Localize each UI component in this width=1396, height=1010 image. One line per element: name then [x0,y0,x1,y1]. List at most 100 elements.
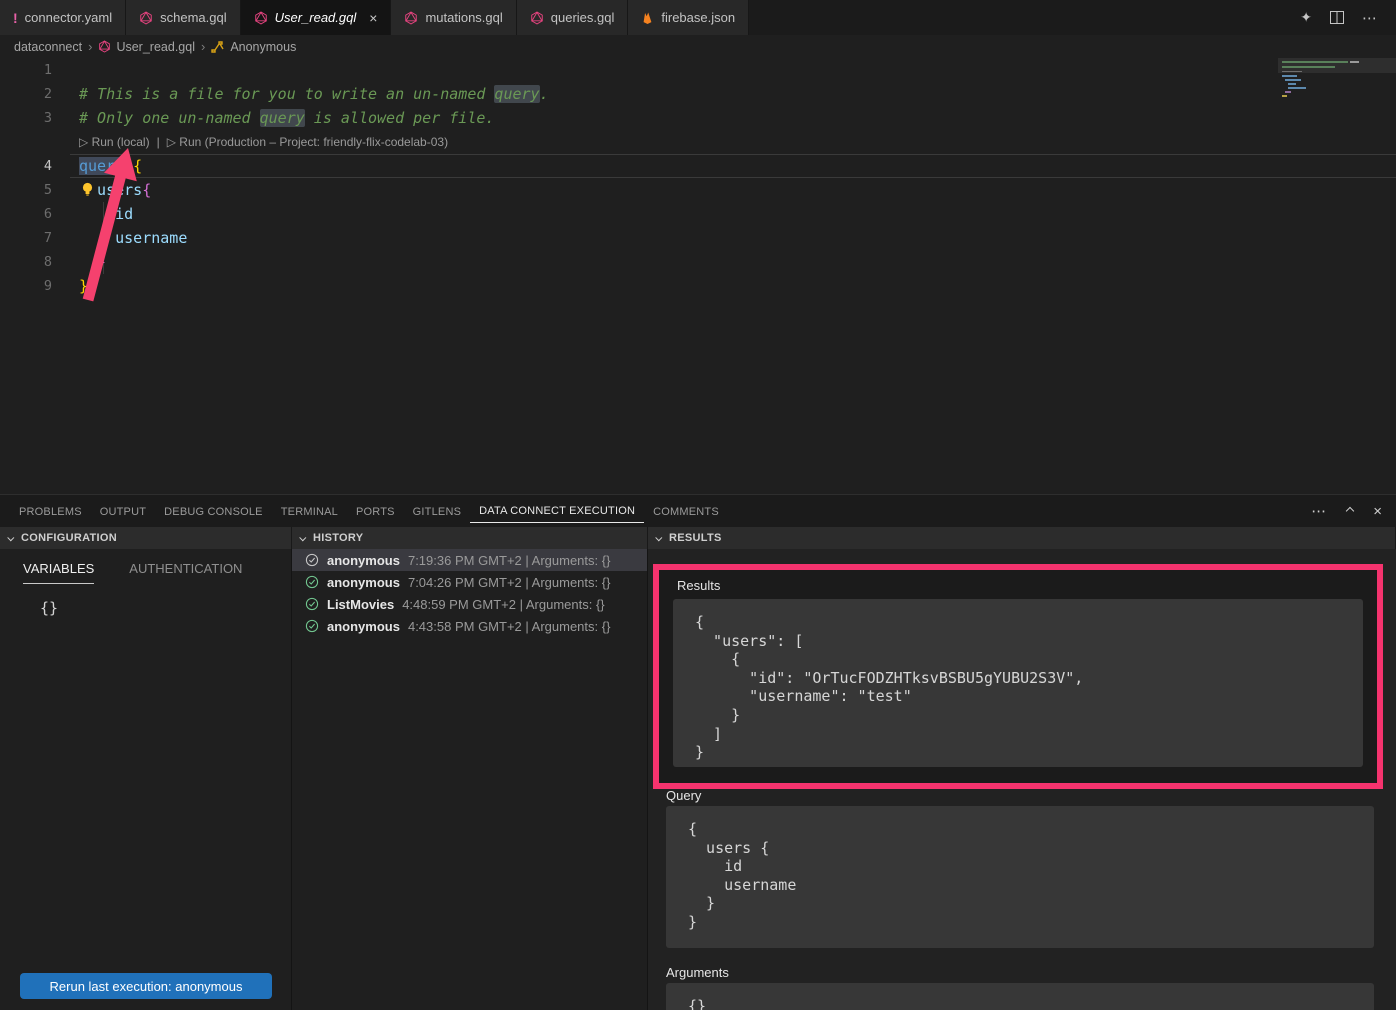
code-editor[interactable]: 1 2# This is a file for you to write an … [0,58,1396,494]
section-header-history[interactable]: HISTORY [292,527,648,549]
codelens-separator: | [157,135,160,149]
minimap-line [1285,91,1291,93]
rerun-last-execution-button[interactable]: Rerun last execution: anonymous [20,973,272,999]
graphql-icon [139,11,153,25]
tab-label: queries.gql [551,10,615,25]
firebase-icon [641,11,654,25]
line-number: 2 [0,82,52,106]
panel-tab-debug-console[interactable]: DEBUG CONSOLE [155,500,272,523]
minimap-line [1288,83,1296,85]
vscode-window: ! connector.yaml schema.gql User_read.gq… [0,0,1396,1010]
history-row[interactable]: anonymous 7:04:26 PM GMT+2 | Arguments: … [292,571,647,593]
tab-firebase-json[interactable]: firebase.json [628,0,749,35]
arguments-label: Arguments [666,965,729,980]
query-text: { users { id username } } [666,806,1374,932]
panel-tab-bar: PROBLEMS OUTPUT DEBUG CONSOLE TERMINAL P… [0,495,1396,527]
results-pane: Results { "users": [ { "id": "OrTucFODZH… [648,549,1396,1010]
variables-value[interactable]: {} [40,599,58,617]
tab-connector-yaml[interactable]: ! connector.yaml [0,0,126,35]
section-header-configuration[interactable]: CONFIGURATION [0,527,292,549]
chevron-down-icon [655,534,662,541]
bottom-panel: PROBLEMS OUTPUT DEBUG CONSOLE TERMINAL P… [0,494,1396,1010]
more-actions-icon[interactable]: ⋯ [1362,9,1378,27]
query-label: Query [666,788,701,803]
graphql-icon [254,11,268,25]
panel-actions: ⋯ × [1311,495,1382,527]
run-production-link[interactable]: ▷ Run (Production – Project: friendly-fl… [167,135,448,149]
breadcrumb-file[interactable]: User_read.gql [98,40,195,54]
codelens-row: ▷ Run (local) | ▷ Run (Production – Proj… [0,130,1396,154]
tab-variables[interactable]: VARIABLES [23,561,94,584]
copilot-sparkle-icon[interactable]: ✦ [1300,9,1312,26]
minimap-line [1282,61,1348,63]
minimap-line [1282,71,1302,72]
panel-tab-ports[interactable]: PORTS [347,500,404,523]
code-line-4: query { [52,154,142,178]
chevron-right-icon: › [201,39,205,54]
arguments-text: {} [666,983,1374,1010]
line-number: 5 [0,178,52,202]
tab-mutations-gql[interactable]: mutations.gql [391,0,516,35]
arguments-box: {} [666,983,1374,1010]
panel-tab-problems[interactable]: PROBLEMS [10,500,91,523]
tab-queries-gql[interactable]: queries.gql [517,0,629,35]
editor-toolbar: ✦ ⋯ [1300,0,1396,35]
history-row[interactable]: anonymous 7:19:36 PM GMT+2 | Arguments: … [292,549,647,571]
history-row[interactable]: anonymous 4:43:58 PM GMT+2 | Arguments: … [292,615,647,637]
tab-label: User_read.gql [275,10,357,25]
success-check-icon [305,597,319,611]
yaml-warning-icon: ! [13,10,18,26]
panel-tab-output[interactable]: OUTPUT [91,500,155,523]
tab-schema-gql[interactable]: schema.gql [126,0,240,35]
chevron-down-icon [299,534,306,541]
panel-tab-comments[interactable]: COMMENTS [644,500,728,523]
tab-label: schema.gql [160,10,226,25]
split-editor-icon[interactable] [1330,11,1344,24]
maximize-panel-icon[interactable] [1346,507,1354,515]
code-line-9: } [52,274,88,298]
close-icon[interactable]: × [369,10,377,26]
panel-tab-gitlens[interactable]: GITLENS [404,500,470,523]
line-number: 1 [0,58,52,82]
line-number: 7 [0,226,52,250]
breadcrumb-dataconnect[interactable]: dataconnect [14,40,82,54]
tab-user-read-gql[interactable]: User_read.gql × [241,0,392,35]
tab-authentication[interactable]: AUTHENTICATION [129,561,242,584]
results-label: Results [677,578,1377,593]
close-panel-icon[interactable]: × [1373,503,1382,520]
code-line-5: users{ [52,178,151,202]
panel-tab-terminal[interactable]: TERMINAL [272,500,347,523]
success-check-icon [305,619,319,633]
graphql-icon [530,11,544,25]
history-row[interactable]: ListMovies 4:48:59 PM GMT+2 | Arguments:… [292,593,647,615]
code-line-6: id [52,202,133,226]
success-check-icon [305,553,319,567]
chevron-right-icon: › [88,39,92,54]
configuration-tabs: VARIABLES AUTHENTICATION [0,549,291,584]
results-json-box: { "users": [ { "id": "OrTucFODZHTksvBSBU… [673,599,1363,767]
tab-label: connector.yaml [25,10,112,25]
minimap-line [1350,61,1359,63]
minimap-line [1282,75,1297,77]
minimap-line [1285,79,1301,81]
lightbulb-icon[interactable] [81,182,94,197]
code-line-7: username [52,226,187,250]
section-header-results[interactable]: RESULTS [648,527,1396,549]
line-number: 9 [0,274,52,298]
line-number: 8 [0,250,52,274]
history-pane: anonymous 7:19:36 PM GMT+2 | Arguments: … [292,549,648,1010]
minimap-line [1288,87,1306,89]
code-line-3: # Only one un-named query is allowed per… [52,106,494,130]
minimap-line [1282,95,1287,97]
query-box: { users { id username } } [666,806,1374,948]
breadcrumb: dataconnect › User_read.gql › Anonymous [0,35,1396,58]
minimap-line [1282,66,1335,68]
panel-tab-data-connect-execution[interactable]: DATA CONNECT EXECUTION [470,499,644,523]
more-actions-icon[interactable]: ⋯ [1311,502,1327,520]
results-json: { "users": [ { "id": "OrTucFODZHTksvBSBU… [673,599,1363,762]
run-local-link[interactable]: ▷ Run (local) [79,135,150,149]
breadcrumb-symbol-anonymous[interactable]: Anonymous [211,40,296,54]
minimap[interactable] [1278,58,1396,150]
configuration-pane: VARIABLES AUTHENTICATION {} Rerun last e… [0,549,292,1010]
tab-label: firebase.json [661,10,735,25]
